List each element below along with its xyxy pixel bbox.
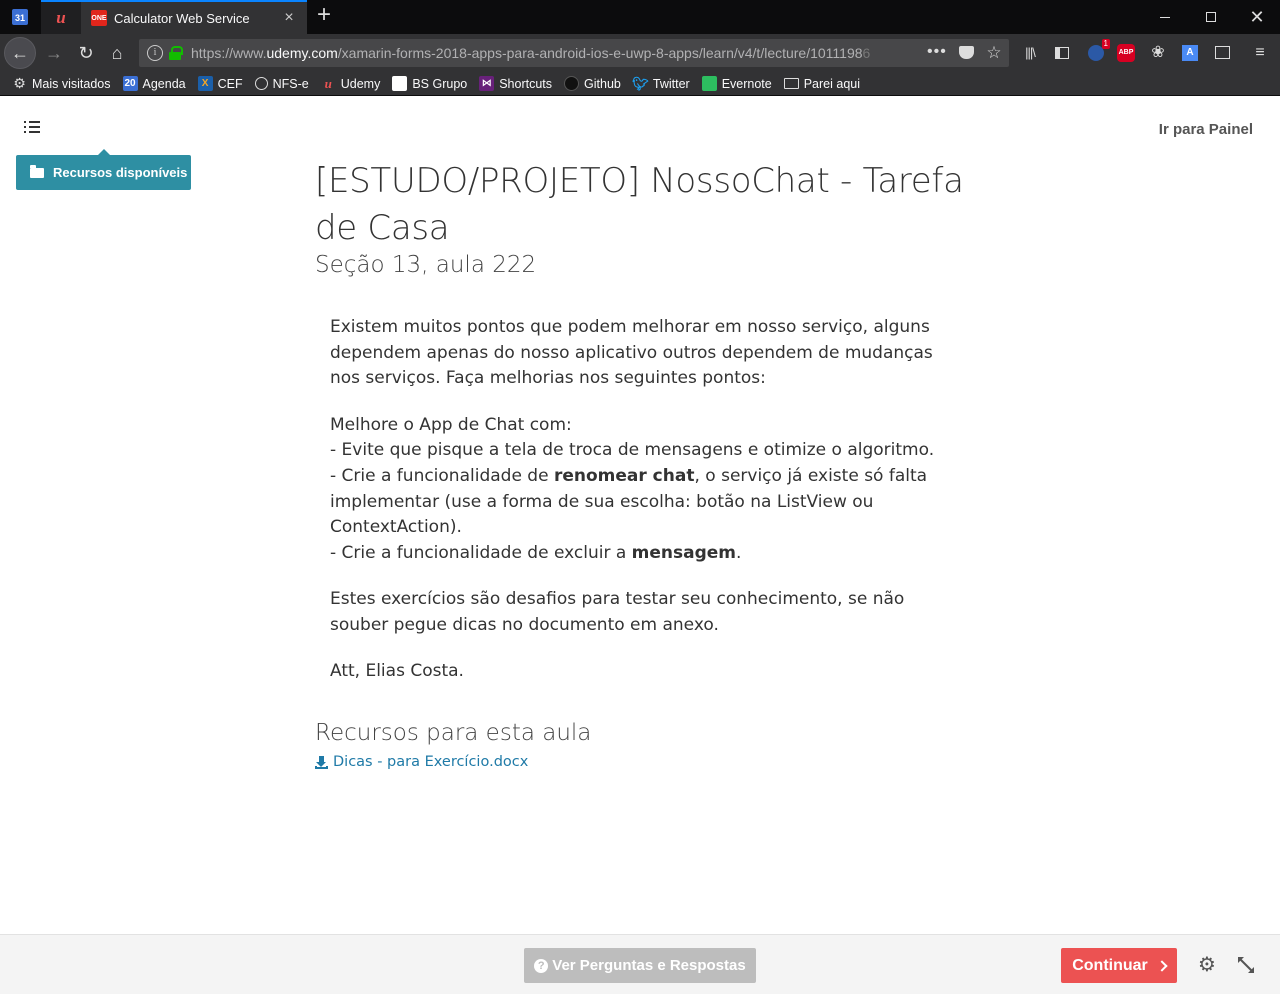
- visualstudio-icon: ⋈: [479, 76, 495, 91]
- navigation-toolbar: ← → ↻ ⌂ i https://www.udemy.com/xamarin-…: [0, 34, 1280, 72]
- bookmark-github[interactable]: Github: [564, 76, 621, 91]
- body-paragraph: Estes exercícios são desafios para testa…: [330, 589, 905, 636]
- folder-icon: [783, 78, 799, 89]
- forward-button[interactable]: →: [40, 39, 68, 67]
- bookmark-star-icon[interactable]: ☆: [984, 43, 1004, 63]
- calendar-icon: 20: [122, 76, 138, 91]
- url-bar[interactable]: i https://www.udemy.com/xamarin-forms-20…: [139, 39, 1009, 67]
- page-icon: [392, 76, 408, 91]
- gear-icon: ⚙: [13, 75, 26, 91]
- bookmark-udemy[interactable]: u Udemy: [321, 76, 381, 91]
- resource-download-link[interactable]: Dicas - para Exercício.docx: [315, 754, 528, 770]
- pinned-tab-udemy[interactable]: u: [41, 0, 81, 34]
- menu-icon[interactable]: ≡: [1250, 43, 1270, 63]
- pinned-tab-calendar[interactable]: 31: [0, 0, 40, 34]
- settings-gear-icon[interactable]: ⚙: [1197, 955, 1217, 975]
- body-paragraph: Existem muitos pontos que podem melhorar…: [330, 317, 933, 389]
- go-to-dashboard-link[interactable]: Ir para Painel: [1159, 121, 1253, 138]
- lecture-title: [ESTUDO/PROJETO] NossoChat - Tarefa de C…: [315, 161, 964, 248]
- table-of-contents-icon[interactable]: [24, 121, 40, 135]
- lecture-subtitle: Seção 13, aula 222: [315, 252, 537, 278]
- close-icon: ✕: [1249, 6, 1265, 27]
- twitter-icon: 🐦︎: [632, 75, 649, 91]
- udemy-icon: u: [324, 75, 332, 91]
- favicon-icon: ONE: [91, 10, 107, 26]
- restore-button[interactable]: [1188, 0, 1234, 34]
- bookmark-evernote[interactable]: Evernote: [701, 76, 772, 91]
- translate-icon[interactable]: A: [1180, 43, 1200, 63]
- evernote-icon: [701, 76, 717, 91]
- cef-icon: X: [197, 76, 213, 91]
- evernote-clipper-icon[interactable]: ❀: [1148, 43, 1168, 63]
- reload-icon: ↻: [78, 42, 94, 63]
- close-window-button[interactable]: ✕: [1234, 0, 1280, 34]
- body-paragraph-list: Melhore o App de Chat com: - Evite que p…: [330, 414, 935, 564]
- udemy-icon: u: [56, 8, 66, 27]
- home-icon: ⌂: [111, 42, 123, 63]
- minimize-button[interactable]: [1142, 0, 1188, 34]
- adblock-icon[interactable]: ABP: [1116, 43, 1136, 63]
- view-qa-button[interactable]: ? Ver Perguntas e Respostas: [524, 948, 756, 983]
- github-icon: [564, 76, 580, 91]
- resources-heading: Recursos para esta aula: [315, 720, 592, 746]
- pocket-icon[interactable]: [956, 43, 976, 63]
- new-tab-button[interactable]: +: [312, 3, 336, 28]
- arrow-right-icon: →: [45, 42, 63, 63]
- body-signature: Att, Elias Costa.: [330, 661, 464, 682]
- sidebar-icon[interactable]: [1052, 43, 1072, 63]
- extension-badge-icon[interactable]: 1: [1086, 39, 1110, 63]
- calendar-icon: 31: [12, 9, 28, 25]
- lecture-footer-bar: ? Ver Perguntas e Respostas Continuar ⚙: [0, 934, 1280, 994]
- fullscreen-expand-icon[interactable]: [1236, 955, 1256, 975]
- restore-icon: [1206, 12, 1216, 22]
- folder-open-icon: [30, 164, 44, 178]
- lecture-body: Existem muitos pontos que podem melhorar…: [330, 315, 940, 705]
- tab-title: Calculator Web Service: [114, 10, 250, 26]
- url-text: https://www.udemy.com/xamarin-forms-2018…: [191, 45, 871, 61]
- bookmark-bs-grupo[interactable]: BS Grupo: [392, 76, 467, 91]
- continue-button[interactable]: Continuar: [1061, 948, 1177, 983]
- chevron-right-icon: [1156, 959, 1168, 972]
- close-tab-icon[interactable]: ×: [281, 10, 297, 26]
- library-icon[interactable]: |||\: [1020, 43, 1040, 63]
- back-button[interactable]: ←: [4, 37, 36, 69]
- bookmark-mais-visitados[interactable]: ⚙ Mais visitados: [12, 75, 110, 91]
- reload-button[interactable]: ↻: [72, 39, 100, 67]
- bookmark-nfs-e[interactable]: NFS-e: [254, 77, 309, 91]
- container-icon[interactable]: [1212, 43, 1232, 63]
- globe-icon: [254, 77, 268, 90]
- page-actions-icon[interactable]: •••: [927, 43, 947, 61]
- download-icon: [315, 755, 328, 769]
- bookmark-cef[interactable]: X CEF: [197, 76, 243, 91]
- minimize-icon: [1160, 16, 1170, 18]
- available-resources-button[interactable]: Recursos disponíveis: [16, 149, 191, 190]
- bookmark-twitter[interactable]: 🐦︎ Twitter: [632, 75, 690, 91]
- lecture-page: Recursos disponíveis Ir para Painel [EST…: [0, 97, 1280, 934]
- lock-icon: [169, 46, 183, 60]
- tab-strip: 31 u ONE Calculator Web Service × + ✕: [0, 0, 1280, 34]
- tab-calculator-web-service[interactable]: ONE Calculator Web Service ×: [81, 0, 307, 34]
- question-circle-icon: ?: [534, 958, 549, 973]
- bookmark-parei-aqui[interactable]: Parei aqui: [783, 77, 860, 91]
- arrow-left-icon: ←: [11, 42, 29, 63]
- bookmark-shortcuts[interactable]: ⋈ Shortcuts: [479, 76, 552, 91]
- home-button[interactable]: ⌂: [103, 39, 131, 67]
- bookmarks-toolbar: ⚙ Mais visitados 20 Agenda X CEF NFS-e u…: [0, 72, 1280, 96]
- info-icon[interactable]: i: [147, 45, 163, 61]
- bookmark-agenda[interactable]: 20 Agenda: [122, 76, 186, 91]
